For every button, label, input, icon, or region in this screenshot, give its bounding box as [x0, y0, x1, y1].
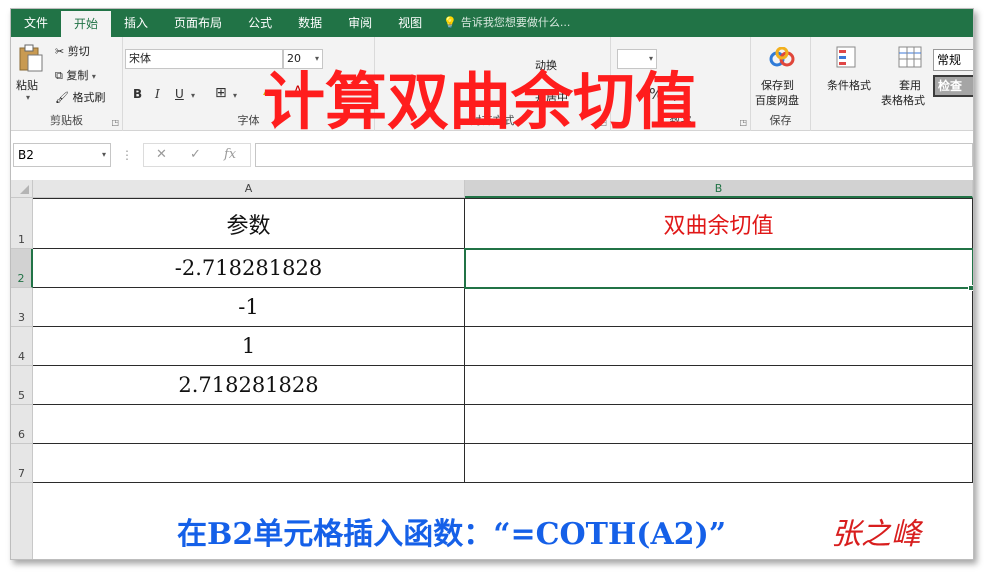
cell-b5[interactable]	[465, 366, 973, 405]
copy-dropdown[interactable]: ▾	[92, 72, 96, 81]
italic-button[interactable]: I	[155, 87, 160, 101]
instruction-caption: 在B2单元格插入函数：“=COTH(A2)”	[177, 517, 727, 552]
formula-input[interactable]	[255, 143, 973, 167]
scissors-icon: ✂	[55, 45, 65, 58]
lightbulb-icon: 💡	[443, 16, 457, 29]
conditional-format-icon	[836, 46, 856, 68]
save-to-button[interactable]: 保存到	[761, 77, 794, 93]
cut-button[interactable]: ✂ 剪切	[55, 43, 90, 59]
cell-a3[interactable]: -1	[33, 288, 465, 327]
cell-b3[interactable]	[465, 288, 973, 327]
row-header-7[interactable]: 7	[11, 444, 33, 483]
name-box[interactable]: B2 ▾	[13, 143, 111, 167]
name-box-dropdown-icon[interactable]: ▾	[102, 144, 106, 166]
style-normal[interactable]: 常规	[933, 49, 973, 71]
clipboard-launcher-icon[interactable]: ◳	[111, 118, 119, 127]
column-header-a[interactable]: A	[33, 180, 465, 198]
row-header-3[interactable]: 3	[11, 288, 33, 327]
paste-dropdown[interactable]: ▾	[26, 93, 30, 102]
conditional-format-button[interactable]: 条件格式	[827, 77, 871, 93]
tell-me-text: 告诉我您想要做什么...	[460, 16, 571, 29]
bold-button[interactable]: B	[133, 87, 142, 101]
column-header-b[interactable]: B	[465, 180, 973, 198]
cell-a2[interactable]: -2.718281828	[33, 249, 465, 288]
copy-icon: ⧉	[55, 69, 63, 82]
format-painter-button[interactable]: 🖌 格式刷	[55, 89, 105, 105]
border-icon[interactable]: ⊞	[215, 85, 227, 101]
underline-dropdown[interactable]: ▾	[191, 91, 195, 100]
ribbon-home: 粘贴 ▾ ✂ 剪切 ⧉ 复制 ▾ 🖌 格式刷 剪贴板 ◳ 宋体 20 ▾ B I…	[11, 37, 973, 137]
group-clipboard: 粘贴 ▾ ✂ 剪切 ⧉ 复制 ▾ 🖌 格式刷 剪贴板 ◳	[11, 37, 123, 131]
row-header-2[interactable]: 2	[11, 249, 33, 288]
tell-me-box[interactable]: 💡 告诉我您想要做什么...	[443, 9, 570, 37]
format-as-table-icon	[898, 46, 922, 68]
cell-b6[interactable]	[465, 405, 973, 444]
fill-handle[interactable]	[968, 285, 973, 291]
cell-a4[interactable]: 1	[33, 327, 465, 366]
tab-home[interactable]: 开始	[61, 11, 112, 37]
group-label-clipboard: 剪贴板	[50, 114, 83, 127]
cell-a6[interactable]	[33, 405, 465, 444]
group-save: 保存到 百度网盘 保存	[751, 37, 811, 131]
tab-file[interactable]: 文件	[11, 9, 61, 37]
font-name-select[interactable]: 宋体	[125, 49, 283, 69]
paste-icon	[19, 44, 43, 72]
confirm-icon[interactable]: ✓	[190, 147, 201, 162]
excel-window: 文件 开始 插入 页面布局 公式 数据 审阅 视图 💡 告诉我您想要做什么...…	[10, 8, 974, 560]
tab-review[interactable]: 审阅	[335, 9, 385, 37]
baidu-cloud-icon	[769, 47, 795, 67]
overlay-title: 计算双曲余切值	[263, 65, 698, 138]
tab-page-layout[interactable]: 页面布局	[161, 9, 235, 37]
insert-function-icon[interactable]: fx	[224, 147, 236, 162]
tab-insert[interactable]: 插入	[111, 9, 161, 37]
tab-view[interactable]: 视图	[385, 9, 435, 37]
author-signature: 张之峰	[831, 517, 921, 552]
cell-a1[interactable]: 参数	[33, 198, 465, 249]
underline-button[interactable]: U	[175, 87, 184, 101]
row-header-6[interactable]: 6	[11, 405, 33, 444]
ribbon-tab-bar: 文件 开始 插入 页面布局 公式 数据 审阅 视图 💡 告诉我您想要做什么...	[11, 9, 973, 37]
tab-formulas[interactable]: 公式	[235, 9, 285, 37]
group-label-save: 保存	[769, 114, 792, 127]
format-as-table-label-1[interactable]: 套用	[899, 77, 921, 93]
cancel-icon[interactable]: ✕	[156, 147, 167, 162]
formula-buttons: ✕ ✓ fx	[143, 143, 251, 167]
row-header-blank	[11, 483, 33, 559]
cell-b4[interactable]	[465, 327, 973, 366]
cell-b7[interactable]	[465, 444, 973, 483]
active-cell-selection	[464, 248, 973, 289]
cell-b1[interactable]: 双曲余切值	[465, 198, 973, 249]
select-all-corner[interactable]	[11, 180, 33, 198]
brush-icon: 🖌	[55, 91, 69, 104]
row-header-4[interactable]: 4	[11, 327, 33, 366]
row-header-1[interactable]: 1	[11, 198, 33, 249]
tab-data[interactable]: 数据	[285, 9, 335, 37]
cell-a5[interactable]: 2.718281828	[33, 366, 465, 405]
format-as-table-button[interactable]: 表格格式	[881, 92, 925, 108]
baidu-netdisk-label[interactable]: 百度网盘	[755, 92, 799, 108]
paste-button[interactable]: 粘贴	[16, 77, 38, 93]
row-header-5[interactable]: 5	[11, 366, 33, 405]
copy-button[interactable]: ⧉ 复制 ▾	[55, 67, 96, 83]
formula-bar: B2 ▾ ⋮ ✕ ✓ fx	[11, 142, 973, 170]
cell-a7[interactable]	[33, 444, 465, 483]
formula-bar-grip-icon: ⋮	[121, 148, 133, 162]
worksheet-grid: A B 1 2 3 4 5 6 7 参数 -2.718281828 -1 1 2…	[11, 176, 973, 559]
border-dropdown[interactable]: ▾	[233, 91, 237, 100]
number-launcher-icon[interactable]: ◳	[739, 118, 747, 127]
style-check-cell[interactable]: 检查	[933, 75, 973, 97]
